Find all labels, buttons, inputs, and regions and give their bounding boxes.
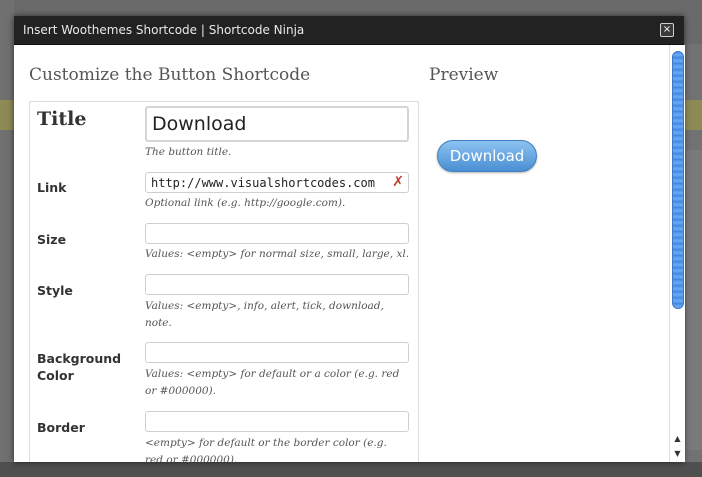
size-hint: Values: <empty> for normal size, small, … <box>145 248 410 260</box>
scroll-down-icon[interactable]: ▼ <box>672 448 683 459</box>
scrollbar-thumb[interactable] <box>672 51 684 309</box>
background-right-notice <box>684 100 702 130</box>
title-input[interactable]: Download <box>145 106 409 142</box>
modal-content: Customize the Button Shortcode Preview T… <box>14 45 669 462</box>
link-input[interactable]: http://www.visualshortcodes.com/typo ✗ <box>145 172 409 193</box>
form-heading: Customize the Button Shortcode <box>29 65 311 85</box>
scroll-up-icon[interactable]: ▲ <box>672 433 683 444</box>
modal-title: Insert Woothemes Shortcode | Shortcode N… <box>23 23 305 37</box>
background-right-panel <box>686 150 702 450</box>
field-label-link: Link <box>37 180 67 195</box>
close-icon[interactable]: × <box>660 23 674 37</box>
shortcode-modal: Insert Woothemes Shortcode | Shortcode N… <box>14 16 685 462</box>
link-hint: Optional link (e.g. http://google.com). <box>145 197 346 209</box>
field-label-style: Style <box>37 283 73 298</box>
style-hint: Values: <empty>, info, alert, tick, down… <box>145 300 384 329</box>
field-label-background-color: Background Color <box>37 351 122 383</box>
background-notice <box>0 100 14 130</box>
border-input[interactable] <box>145 411 409 432</box>
preview-download-button[interactable]: Download <box>437 140 537 172</box>
background-color-input[interactable] <box>145 342 409 363</box>
modal-titlebar: Insert Woothemes Shortcode | Shortcode N… <box>14 16 684 45</box>
vertical-scrollbar[interactable]: ▲ ▼ <box>669 45 685 462</box>
link-input-value: http://www.visualshortcodes.com/typo <box>151 176 376 190</box>
style-input[interactable] <box>145 274 409 295</box>
title-input-value: Download <box>152 113 247 135</box>
background-bottom <box>0 462 702 477</box>
field-label-border: Border <box>37 420 85 435</box>
title-hint: The button title. <box>145 146 232 158</box>
background-left-edge <box>0 0 14 477</box>
field-label-title: Title <box>37 108 87 130</box>
border-hint: <empty> for default or the border color … <box>145 437 387 462</box>
preview-heading: Preview <box>429 65 499 85</box>
size-input[interactable] <box>145 223 409 244</box>
background-color-hint: Values: <empty> for default or a color (… <box>145 368 400 397</box>
clear-link-icon[interactable]: ✗ <box>392 174 404 190</box>
field-label-size: Size <box>37 232 67 247</box>
